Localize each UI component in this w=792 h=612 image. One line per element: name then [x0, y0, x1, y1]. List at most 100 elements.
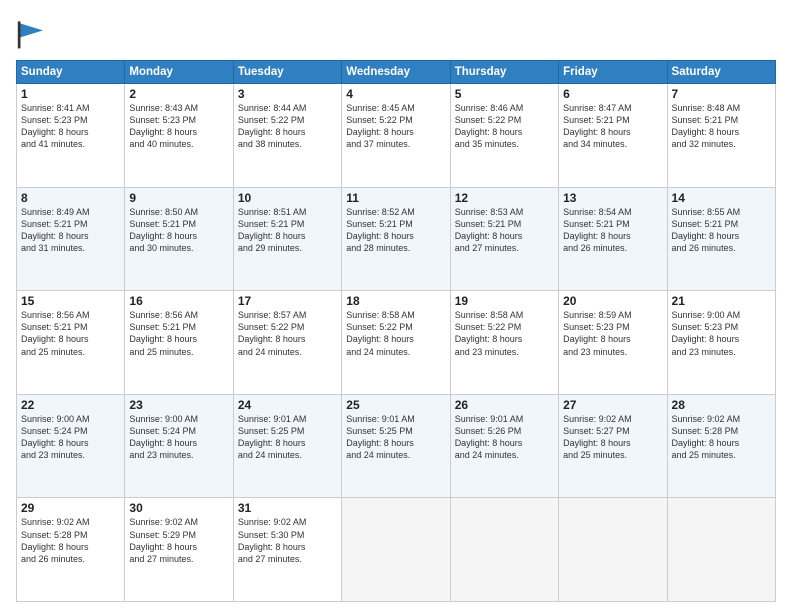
day-number: 3: [238, 87, 337, 101]
day-info: Sunrise: 9:02 AM Sunset: 5:30 PM Dayligh…: [238, 516, 337, 565]
day-number: 27: [563, 398, 662, 412]
calendar: SundayMondayTuesdayWednesdayThursdayFrid…: [16, 60, 776, 602]
day-info: Sunrise: 8:58 AM Sunset: 5:22 PM Dayligh…: [346, 309, 445, 358]
day-info: Sunrise: 9:02 AM Sunset: 5:29 PM Dayligh…: [129, 516, 228, 565]
day-cell: 15Sunrise: 8:56 AM Sunset: 5:21 PM Dayli…: [17, 291, 125, 395]
day-number: 18: [346, 294, 445, 308]
day-number: 6: [563, 87, 662, 101]
day-cell: 20Sunrise: 8:59 AM Sunset: 5:23 PM Dayli…: [559, 291, 667, 395]
day-number: 22: [21, 398, 120, 412]
day-cell: 2Sunrise: 8:43 AM Sunset: 5:23 PM Daylig…: [125, 84, 233, 188]
day-info: Sunrise: 9:00 AM Sunset: 5:24 PM Dayligh…: [129, 413, 228, 462]
day-info: Sunrise: 8:58 AM Sunset: 5:22 PM Dayligh…: [455, 309, 554, 358]
day-cell: 26Sunrise: 9:01 AM Sunset: 5:26 PM Dayli…: [450, 394, 558, 498]
day-info: Sunrise: 9:02 AM Sunset: 5:28 PM Dayligh…: [21, 516, 120, 565]
day-cell: [342, 498, 450, 602]
day-cell: 1Sunrise: 8:41 AM Sunset: 5:23 PM Daylig…: [17, 84, 125, 188]
day-number: 12: [455, 191, 554, 205]
day-info: Sunrise: 9:02 AM Sunset: 5:28 PM Dayligh…: [672, 413, 771, 462]
day-cell: 3Sunrise: 8:44 AM Sunset: 5:22 PM Daylig…: [233, 84, 341, 188]
day-number: 25: [346, 398, 445, 412]
weekday-header-friday: Friday: [559, 61, 667, 84]
weekday-header-tuesday: Tuesday: [233, 61, 341, 84]
day-cell: [667, 498, 775, 602]
day-cell: [450, 498, 558, 602]
day-info: Sunrise: 9:01 AM Sunset: 5:25 PM Dayligh…: [346, 413, 445, 462]
day-info: Sunrise: 8:50 AM Sunset: 5:21 PM Dayligh…: [129, 206, 228, 255]
week-row-3: 15Sunrise: 8:56 AM Sunset: 5:21 PM Dayli…: [17, 291, 776, 395]
day-cell: 5Sunrise: 8:46 AM Sunset: 5:22 PM Daylig…: [450, 84, 558, 188]
day-info: Sunrise: 8:47 AM Sunset: 5:21 PM Dayligh…: [563, 102, 662, 151]
day-info: Sunrise: 9:00 AM Sunset: 5:24 PM Dayligh…: [21, 413, 120, 462]
day-number: 29: [21, 501, 120, 515]
day-number: 17: [238, 294, 337, 308]
day-info: Sunrise: 8:41 AM Sunset: 5:23 PM Dayligh…: [21, 102, 120, 151]
day-info: Sunrise: 8:51 AM Sunset: 5:21 PM Dayligh…: [238, 206, 337, 255]
day-cell: 8Sunrise: 8:49 AM Sunset: 5:21 PM Daylig…: [17, 187, 125, 291]
page: SundayMondayTuesdayWednesdayThursdayFrid…: [0, 0, 792, 612]
day-number: 19: [455, 294, 554, 308]
day-info: Sunrise: 8:43 AM Sunset: 5:23 PM Dayligh…: [129, 102, 228, 151]
day-number: 16: [129, 294, 228, 308]
day-cell: 22Sunrise: 9:00 AM Sunset: 5:24 PM Dayli…: [17, 394, 125, 498]
day-cell: 28Sunrise: 9:02 AM Sunset: 5:28 PM Dayli…: [667, 394, 775, 498]
calendar-header: SundayMondayTuesdayWednesdayThursdayFrid…: [17, 61, 776, 84]
day-cell: 25Sunrise: 9:01 AM Sunset: 5:25 PM Dayli…: [342, 394, 450, 498]
day-info: Sunrise: 8:48 AM Sunset: 5:21 PM Dayligh…: [672, 102, 771, 151]
weekday-header-wednesday: Wednesday: [342, 61, 450, 84]
day-number: 13: [563, 191, 662, 205]
day-number: 28: [672, 398, 771, 412]
day-info: Sunrise: 8:46 AM Sunset: 5:22 PM Dayligh…: [455, 102, 554, 151]
day-number: 7: [672, 87, 771, 101]
day-cell: 30Sunrise: 9:02 AM Sunset: 5:29 PM Dayli…: [125, 498, 233, 602]
day-number: 30: [129, 501, 228, 515]
day-cell: 10Sunrise: 8:51 AM Sunset: 5:21 PM Dayli…: [233, 187, 341, 291]
day-cell: 12Sunrise: 8:53 AM Sunset: 5:21 PM Dayli…: [450, 187, 558, 291]
day-number: 24: [238, 398, 337, 412]
day-info: Sunrise: 9:02 AM Sunset: 5:27 PM Dayligh…: [563, 413, 662, 462]
day-cell: 23Sunrise: 9:00 AM Sunset: 5:24 PM Dayli…: [125, 394, 233, 498]
day-number: 21: [672, 294, 771, 308]
day-number: 10: [238, 191, 337, 205]
logo: [16, 16, 56, 52]
day-info: Sunrise: 8:45 AM Sunset: 5:22 PM Dayligh…: [346, 102, 445, 151]
day-info: Sunrise: 8:59 AM Sunset: 5:23 PM Dayligh…: [563, 309, 662, 358]
weekday-header-saturday: Saturday: [667, 61, 775, 84]
day-cell: 16Sunrise: 8:56 AM Sunset: 5:21 PM Dayli…: [125, 291, 233, 395]
week-row-4: 22Sunrise: 9:00 AM Sunset: 5:24 PM Dayli…: [17, 394, 776, 498]
day-number: 31: [238, 501, 337, 515]
day-info: Sunrise: 8:55 AM Sunset: 5:21 PM Dayligh…: [672, 206, 771, 255]
day-info: Sunrise: 8:54 AM Sunset: 5:21 PM Dayligh…: [563, 206, 662, 255]
day-info: Sunrise: 8:57 AM Sunset: 5:22 PM Dayligh…: [238, 309, 337, 358]
day-info: Sunrise: 8:53 AM Sunset: 5:21 PM Dayligh…: [455, 206, 554, 255]
weekday-header-sunday: Sunday: [17, 61, 125, 84]
day-number: 20: [563, 294, 662, 308]
day-info: Sunrise: 8:52 AM Sunset: 5:21 PM Dayligh…: [346, 206, 445, 255]
day-number: 26: [455, 398, 554, 412]
day-cell: 24Sunrise: 9:01 AM Sunset: 5:25 PM Dayli…: [233, 394, 341, 498]
day-info: Sunrise: 8:56 AM Sunset: 5:21 PM Dayligh…: [129, 309, 228, 358]
day-cell: 14Sunrise: 8:55 AM Sunset: 5:21 PM Dayli…: [667, 187, 775, 291]
day-cell: 19Sunrise: 8:58 AM Sunset: 5:22 PM Dayli…: [450, 291, 558, 395]
logo-icon: [16, 16, 52, 52]
day-number: 1: [21, 87, 120, 101]
day-info: Sunrise: 8:56 AM Sunset: 5:21 PM Dayligh…: [21, 309, 120, 358]
day-number: 14: [672, 191, 771, 205]
day-number: 5: [455, 87, 554, 101]
day-cell: [559, 498, 667, 602]
week-row-2: 8Sunrise: 8:49 AM Sunset: 5:21 PM Daylig…: [17, 187, 776, 291]
day-number: 2: [129, 87, 228, 101]
day-info: Sunrise: 9:01 AM Sunset: 5:26 PM Dayligh…: [455, 413, 554, 462]
week-row-1: 1Sunrise: 8:41 AM Sunset: 5:23 PM Daylig…: [17, 84, 776, 188]
day-cell: 4Sunrise: 8:45 AM Sunset: 5:22 PM Daylig…: [342, 84, 450, 188]
day-cell: 7Sunrise: 8:48 AM Sunset: 5:21 PM Daylig…: [667, 84, 775, 188]
day-number: 11: [346, 191, 445, 205]
day-info: Sunrise: 8:49 AM Sunset: 5:21 PM Dayligh…: [21, 206, 120, 255]
weekday-header-monday: Monday: [125, 61, 233, 84]
day-cell: 17Sunrise: 8:57 AM Sunset: 5:22 PM Dayli…: [233, 291, 341, 395]
day-number: 4: [346, 87, 445, 101]
week-row-5: 29Sunrise: 9:02 AM Sunset: 5:28 PM Dayli…: [17, 498, 776, 602]
day-info: Sunrise: 9:00 AM Sunset: 5:23 PM Dayligh…: [672, 309, 771, 358]
day-cell: 21Sunrise: 9:00 AM Sunset: 5:23 PM Dayli…: [667, 291, 775, 395]
day-info: Sunrise: 8:44 AM Sunset: 5:22 PM Dayligh…: [238, 102, 337, 151]
